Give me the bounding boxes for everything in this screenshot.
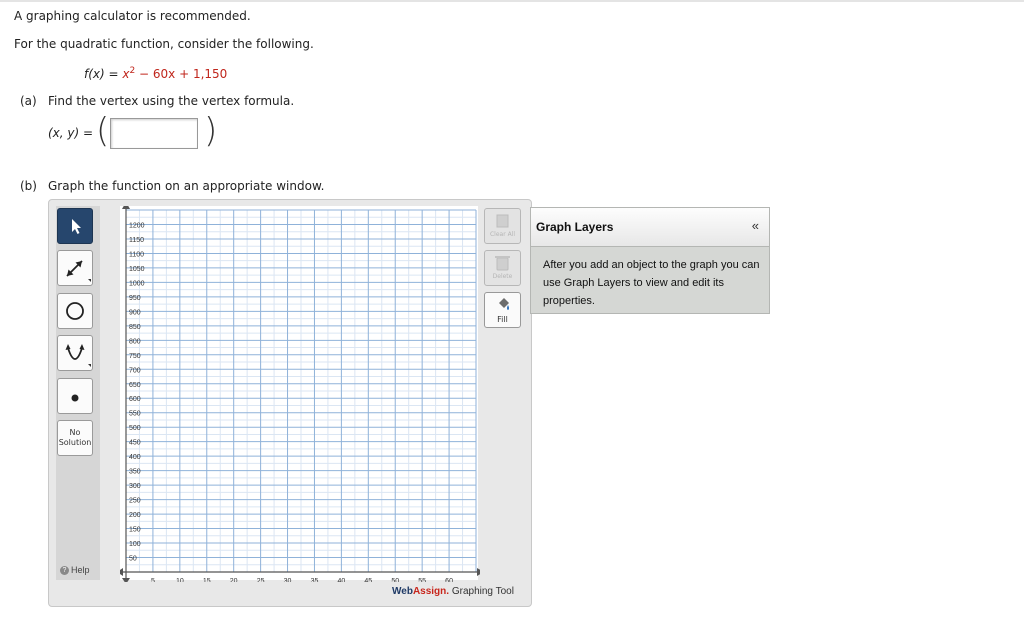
left-paren: (: [96, 111, 110, 151]
y-tick-label: 450: [129, 440, 141, 447]
y-tick-label: 150: [129, 527, 141, 534]
y-tick-label: 650: [129, 382, 141, 389]
paint-bucket-icon: [499, 298, 509, 310]
x-tick-label: 5: [151, 578, 155, 582]
delete-button[interactable]: Delete: [484, 250, 521, 286]
no-solution-line2: Solution: [58, 438, 92, 447]
function-expression: f(x) = x2 − 60x + 1,150: [84, 66, 227, 81]
x-tick-label: 60: [445, 578, 453, 582]
graph-layers-title: Graph Layers: [536, 220, 614, 234]
function-lhs: f(x) =: [84, 67, 123, 81]
top-border: [0, 0, 1024, 2]
x-tick-label: 25: [257, 578, 265, 582]
x-tick-label: 30: [284, 578, 292, 582]
y-tick-label: 300: [129, 483, 141, 490]
x-tick-label: 55: [418, 578, 426, 582]
right-paren: ): [204, 111, 218, 151]
clear-all-icon: [496, 214, 509, 228]
fill-button[interactable]: Fill: [484, 292, 521, 328]
parabola-tool-button[interactable]: [57, 335, 93, 371]
y-tick-label: 750: [129, 353, 141, 360]
part-a-text: Find the vertex using the vertex formula…: [48, 94, 295, 108]
pointer-tool-button[interactable]: [57, 208, 93, 244]
x-tick-label: 10: [176, 578, 184, 582]
y-tick-label: 900: [129, 309, 141, 316]
y-tick-label: 50: [129, 556, 137, 563]
clear-all-label: Clear All: [489, 231, 516, 238]
part-b-letter: (b): [20, 179, 37, 193]
x-axis-left-arrow-icon: [120, 568, 123, 576]
webassign-brand: WebAssign. Graphing Tool: [392, 586, 514, 597]
point-tool-button[interactable]: [57, 378, 93, 414]
line-arrow-icon: [66, 260, 91, 282]
line-tool-button[interactable]: [57, 250, 93, 286]
y-tick-label: 350: [129, 469, 141, 476]
y-tick-label: 1050: [129, 266, 145, 273]
part-a-letter: (a): [20, 94, 37, 108]
function-rest: − 60x + 1,150: [135, 67, 228, 81]
intro-text: A graphing calculator is recommended.: [14, 9, 251, 23]
y-tick-label: 600: [129, 396, 141, 403]
x-tick-label: 35: [311, 578, 319, 582]
y-tick-label: 100: [129, 541, 141, 548]
y-tick-label: 250: [129, 498, 141, 505]
vertex-answer-input[interactable]: [110, 118, 198, 149]
graph-layers-panel: Graph Layers « After you add an object t…: [530, 207, 770, 314]
help-icon: ?: [60, 566, 69, 576]
fill-label: Fill: [497, 315, 508, 324]
collapse-layers-button[interactable]: «: [752, 218, 759, 233]
y-tick-label: 400: [129, 454, 141, 461]
circle-tool-button[interactable]: [57, 293, 93, 329]
delete-label: Delete: [492, 273, 513, 280]
pointer-icon: [72, 219, 81, 234]
answer-label: (x, y) =: [48, 126, 94, 140]
help-link[interactable]: ? Help: [60, 565, 90, 576]
y-tick-label: 850: [129, 324, 141, 331]
point-icon: [71, 394, 79, 402]
y-tick-label: 200: [129, 512, 141, 519]
part-b-text: Graph the function on an appropriate win…: [48, 179, 325, 193]
y-tick-label: 1200: [129, 222, 145, 229]
y-tick-label: 950: [129, 295, 141, 302]
x-tick-label: 20: [230, 578, 238, 582]
y-tick-label: 1150: [129, 237, 144, 244]
circle-icon: [66, 302, 84, 320]
y-tick-label: 800: [129, 338, 141, 345]
y-tick-label: 1100: [129, 251, 144, 258]
x-axis-arrow-icon: [477, 568, 480, 576]
y-axis-down-arrow-icon: [122, 578, 130, 582]
y-axis-arrow-icon: [122, 206, 130, 209]
no-solution-line1: No: [69, 428, 81, 437]
graph-layers-header: Graph Layers «: [531, 208, 769, 247]
x-tick-label: 50: [391, 578, 399, 582]
graph-layers-description: After you add an object to the graph you…: [543, 259, 760, 307]
x-tick-label: 40: [337, 578, 345, 582]
no-solution-button[interactable]: No Solution: [57, 420, 93, 456]
brand-assign: Assign.: [412, 586, 450, 597]
prompt-text: For the quadratic function, consider the…: [14, 37, 314, 51]
x-tick-label: 15: [203, 578, 211, 582]
parabola-icon: [65, 344, 91, 367]
trash-icon: [495, 256, 510, 271]
graph-area[interactable]: 5010015020025030035040045050055060065070…: [120, 206, 480, 582]
y-tick-label: 550: [129, 411, 141, 418]
y-tick-label: 700: [129, 367, 141, 374]
brand-web: Web: [392, 586, 413, 597]
clear-all-button[interactable]: Clear All: [484, 208, 521, 244]
y-tick-label: 500: [129, 425, 141, 432]
brand-suffix: Graphing Tool: [449, 586, 514, 597]
help-label: Help: [71, 565, 90, 575]
y-tick-label: 1000: [129, 280, 145, 287]
x-tick-label: 45: [364, 578, 372, 582]
